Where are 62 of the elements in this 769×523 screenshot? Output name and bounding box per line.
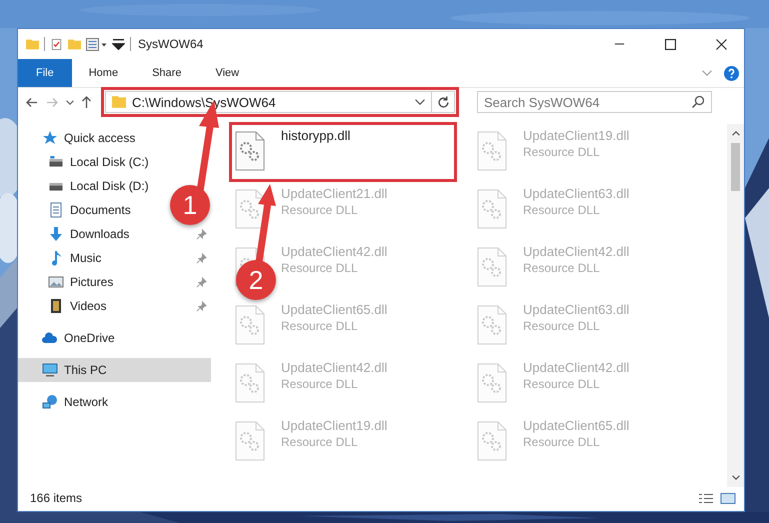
dropdown-icon[interactable] xyxy=(112,38,125,50)
sidebar-item[interactable]: OneDrive xyxy=(64,331,115,345)
sidebar-item[interactable]: Quick access xyxy=(64,131,136,145)
dropdown-icon[interactable] xyxy=(415,99,425,105)
picture-icon xyxy=(48,274,64,290)
folder-icon xyxy=(112,96,126,108)
scrollbar[interactable] xyxy=(727,124,744,487)
file-type: Resource DLL xyxy=(281,203,358,217)
up-icon[interactable] xyxy=(82,96,91,108)
sidebar-item[interactable]: Videos xyxy=(70,299,106,313)
file-name[interactable]: historypp.dll xyxy=(281,128,350,143)
file-type: Resource DLL xyxy=(523,145,600,159)
large-icons-view-icon[interactable] xyxy=(720,492,736,504)
recent-locations-icon[interactable] xyxy=(66,100,74,104)
help-icon[interactable] xyxy=(724,66,739,80)
file-type: Resource DLL xyxy=(281,435,358,449)
computer-icon xyxy=(42,362,58,378)
sidebar-item[interactable]: Local Disk (C:) xyxy=(70,155,149,169)
sidebar-item[interactable]: Network xyxy=(64,395,108,409)
customize-icon[interactable] xyxy=(86,38,107,50)
sidebar-item[interactable]: Local Disk (D:) xyxy=(70,179,149,193)
document-icon xyxy=(48,202,64,218)
ribbon-tab[interactable]: View xyxy=(198,59,256,87)
expand-ribbon-icon[interactable] xyxy=(702,70,712,76)
ribbon-tab[interactable]: File xyxy=(18,59,72,87)
drive-icon xyxy=(48,156,64,168)
file-type: Resource DLL xyxy=(281,261,358,275)
refresh-icon xyxy=(438,96,448,108)
star-icon xyxy=(42,130,58,146)
file-type: Resource DLL xyxy=(523,435,600,449)
scroll-down-icon[interactable] xyxy=(732,475,740,480)
file-type: Resource DLL xyxy=(523,203,600,217)
download-icon xyxy=(48,226,64,242)
details-view-icon[interactable] xyxy=(698,492,714,504)
back-icon[interactable] xyxy=(26,98,38,106)
file-type: Resource DLL xyxy=(523,377,600,391)
ribbon-tab[interactable]: Home xyxy=(72,59,136,87)
sidebar-item[interactable]: Documents xyxy=(70,203,131,217)
maximize-icon xyxy=(664,38,676,50)
close-icon xyxy=(716,38,726,50)
item-count: 166 items xyxy=(30,491,82,505)
network-icon xyxy=(42,394,58,410)
search-field[interactable]: Search SysWOW64 xyxy=(477,91,712,113)
sidebar-item[interactable]: This PC xyxy=(18,358,211,382)
minimize-icon xyxy=(614,43,624,45)
sidebar-item[interactable]: Pictures xyxy=(70,275,114,289)
ribbon-tab[interactable]: Share xyxy=(135,59,198,87)
cloud-icon xyxy=(42,330,58,346)
film-icon xyxy=(48,298,64,314)
search-icon xyxy=(692,96,704,108)
file-type: Resource DLL xyxy=(523,261,600,275)
properties-icon[interactable] xyxy=(50,38,63,50)
file-type: Resource DLL xyxy=(281,377,358,391)
address-bar[interactable]: C:\Windows\SysWOW64 xyxy=(105,91,455,113)
scrollbar-thumb[interactable] xyxy=(731,143,740,191)
address-path: C:\Windows\SysWOW64 xyxy=(132,94,276,110)
sidebar-item[interactable]: Downloads xyxy=(70,227,130,241)
file-type: Resource DLL xyxy=(281,319,358,333)
window-title: SysWOW64 xyxy=(138,37,204,51)
sidebar-item[interactable]: Music xyxy=(70,251,102,265)
scroll-up-icon[interactable] xyxy=(732,131,740,136)
file-type: Resource DLL xyxy=(523,319,600,333)
